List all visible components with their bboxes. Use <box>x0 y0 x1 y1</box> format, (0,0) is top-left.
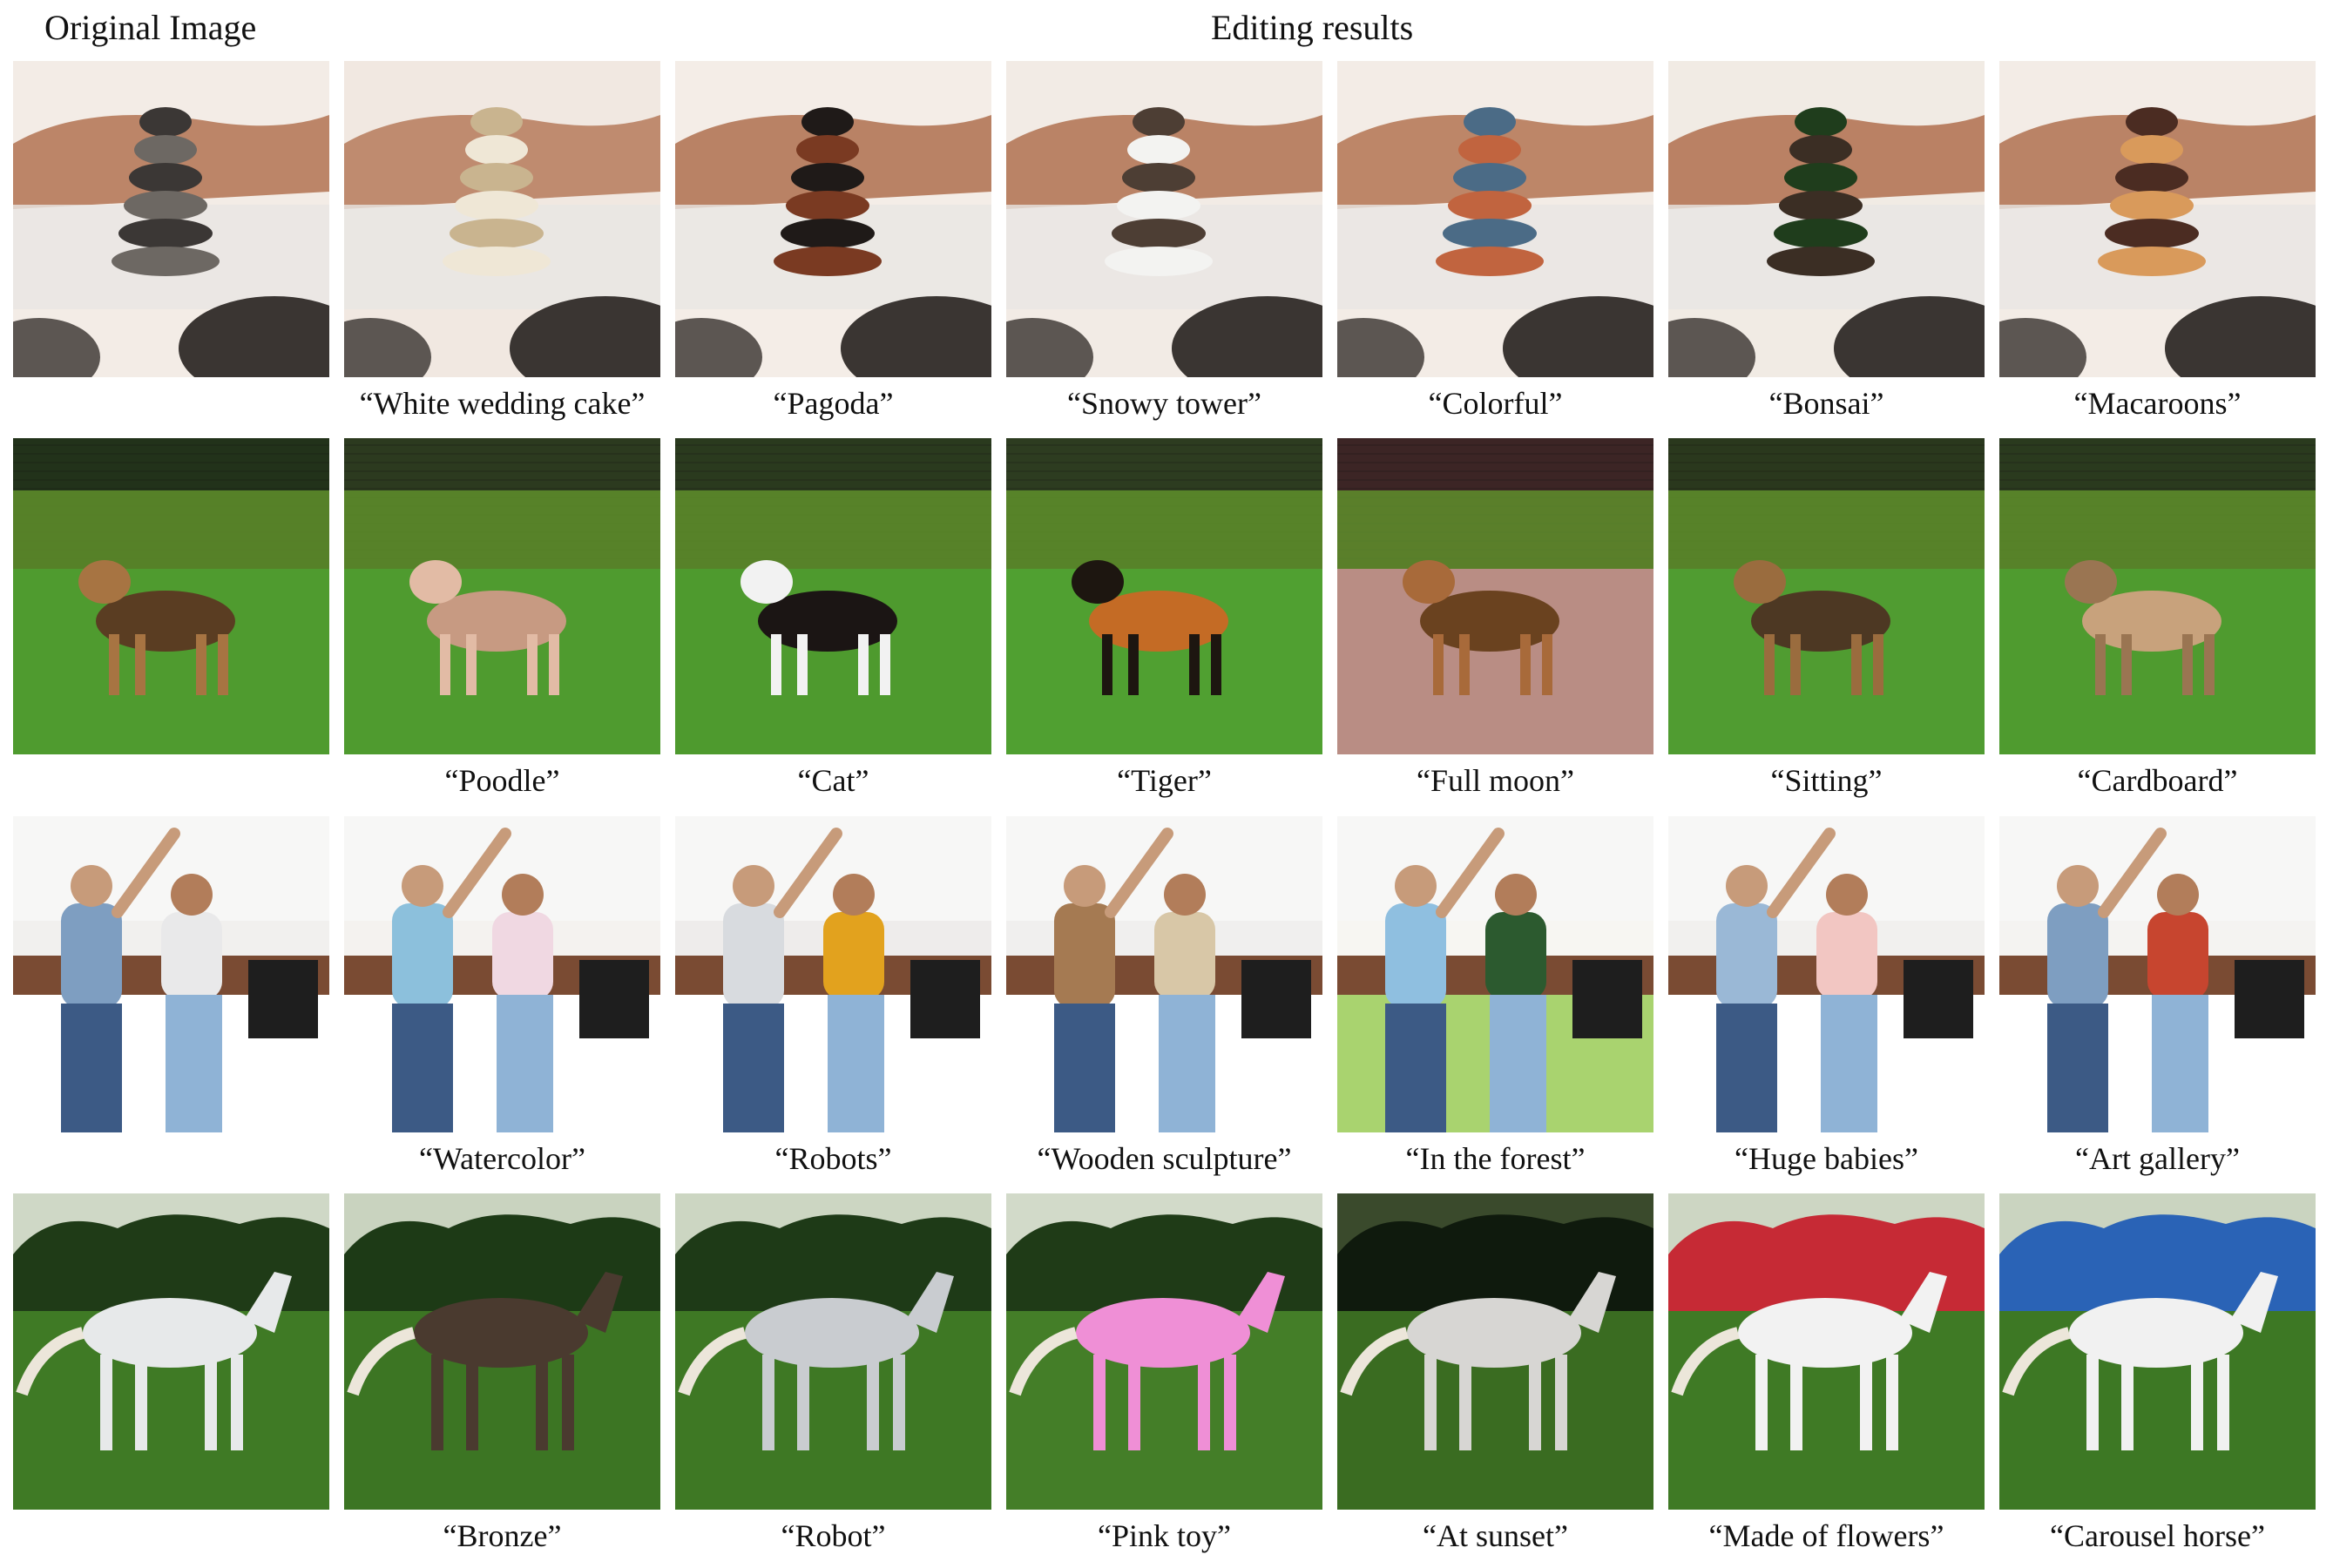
image-colorful-stones <box>1337 61 1653 377</box>
image-stacked-stones <box>13 61 329 377</box>
edited-image-horse-in-field-5 <box>1668 1193 1985 1510</box>
edited-image-dog-on-grass-4 <box>1337 438 1653 754</box>
edited-image-stacked-stones-4 <box>1337 61 1653 377</box>
image-white-horse <box>13 1193 329 1510</box>
original-image-stacked-stones-0 <box>13 61 329 377</box>
original-image-horse-in-field-0 <box>13 1193 329 1510</box>
caption-dancing-couple-5: “Huge babies” <box>1735 1141 1918 1176</box>
image-cat <box>675 438 991 754</box>
caption-horse-in-field-4: “At sunset” <box>1423 1518 1568 1553</box>
edited-image-stacked-stones-3 <box>1006 61 1322 377</box>
edited-image-horse-in-field-6 <box>1999 1193 2316 1510</box>
image-macaroons <box>1999 61 2316 377</box>
caption-stacked-stones-2: “Pagoda” <box>773 386 894 421</box>
edited-image-stacked-stones-6 <box>1999 61 2316 377</box>
edited-image-dancing-couple-1 <box>344 816 660 1132</box>
caption-dog-on-grass-1: “Poodle” <box>444 763 560 798</box>
caption-horse-in-field-5: “Made of flowers” <box>1708 1518 1944 1553</box>
image-bonsai <box>1668 61 1985 377</box>
edited-image-dancing-couple-5 <box>1668 816 1985 1132</box>
caption-stacked-stones-5: “Bonsai” <box>1768 386 1884 421</box>
edited-image-dancing-couple-3 <box>1006 816 1322 1132</box>
edited-image-dancing-couple-4 <box>1337 816 1653 1132</box>
image-poodle <box>344 438 660 754</box>
image-couple-dancing <box>13 816 329 1132</box>
edited-image-dancing-couple-2 <box>675 816 991 1132</box>
original-image-dancing-couple-0 <box>13 816 329 1132</box>
caption-dancing-couple-1: “Watercolor” <box>419 1141 585 1176</box>
caption-dog-on-grass-4: “Full moon” <box>1417 763 1574 798</box>
edited-image-horse-in-field-3 <box>1006 1193 1322 1510</box>
image-horse-at-sunset <box>1337 1193 1653 1510</box>
image-cardboard-dog <box>1999 438 2316 754</box>
caption-horse-in-field-2: “Robot” <box>781 1518 886 1553</box>
image-watercolor-couple <box>344 816 660 1132</box>
edited-image-horse-in-field-2 <box>675 1193 991 1510</box>
edited-image-dog-on-grass-2 <box>675 438 991 754</box>
edited-image-horse-in-field-1 <box>344 1193 660 1510</box>
caption-dog-on-grass-5: “Sitting” <box>1770 763 1883 798</box>
image-grid: “White wedding cake” “Pagoda” “Snowy tower… <box>0 0 2333 1568</box>
image-tiger <box>1006 438 1322 754</box>
caption-horse-in-field-3: “Pink toy” <box>1098 1518 1231 1553</box>
caption-stacked-stones-6: “Macaroons” <box>2073 386 2242 421</box>
original-image-dog-on-grass-0 <box>13 438 329 754</box>
image-couple-in-forest <box>1337 816 1653 1132</box>
image-snowy-tower <box>1006 61 1322 377</box>
edited-image-horse-in-field-4 <box>1337 1193 1653 1510</box>
edited-image-dog-on-grass-5 <box>1668 438 1985 754</box>
caption-horse-in-field-6: “Carousel horse” <box>2050 1518 2265 1553</box>
edited-image-stacked-stones-2 <box>675 61 991 377</box>
image-flower-horse <box>1668 1193 1985 1510</box>
image-pagoda <box>675 61 991 377</box>
edited-image-dog-on-grass-6 <box>1999 438 2316 754</box>
image-bronze-horse <box>344 1193 660 1510</box>
edited-image-stacked-stones-1 <box>344 61 660 377</box>
image-carousel-horse <box>1999 1193 2316 1510</box>
image-robot-horse <box>675 1193 991 1510</box>
image-robots <box>675 816 991 1132</box>
caption-dancing-couple-3: “Wooden sculpture” <box>1037 1141 1292 1176</box>
edited-image-dog-on-grass-3 <box>1006 438 1322 754</box>
caption-dog-on-grass-2: “Cat” <box>797 763 869 798</box>
edited-image-dancing-couple-6 <box>1999 816 2316 1132</box>
caption-dancing-couple-2: “Robots” <box>774 1141 892 1176</box>
image-lying-dog <box>1668 438 1985 754</box>
image-german-shepherd <box>13 438 329 754</box>
caption-dog-on-grass-6: “Cardboard” <box>2077 763 2238 798</box>
image-wedding-cake <box>344 61 660 377</box>
caption-stacked-stones-1: “White wedding cake” <box>359 386 646 421</box>
caption-horse-in-field-1: “Bronze” <box>443 1518 562 1553</box>
caption-stacked-stones-4: “Colorful” <box>1428 386 1563 421</box>
edited-image-stacked-stones-5 <box>1668 61 1985 377</box>
image-wooden-sculpture <box>1006 816 1322 1132</box>
image-couple-in-gallery <box>1999 816 2316 1132</box>
caption-stacked-stones-3: “Snowy tower” <box>1067 386 1261 421</box>
edited-image-dog-on-grass-1 <box>344 438 660 754</box>
image-dog-under-moon <box>1337 438 1653 754</box>
image-pink-toy-horse <box>1006 1193 1322 1510</box>
caption-dancing-couple-4: “In the forest” <box>1405 1141 1586 1176</box>
caption-dog-on-grass-3: “Tiger” <box>1117 763 1212 798</box>
image-babies <box>1668 816 1985 1132</box>
caption-dancing-couple-6: “Art gallery” <box>2075 1141 2240 1176</box>
